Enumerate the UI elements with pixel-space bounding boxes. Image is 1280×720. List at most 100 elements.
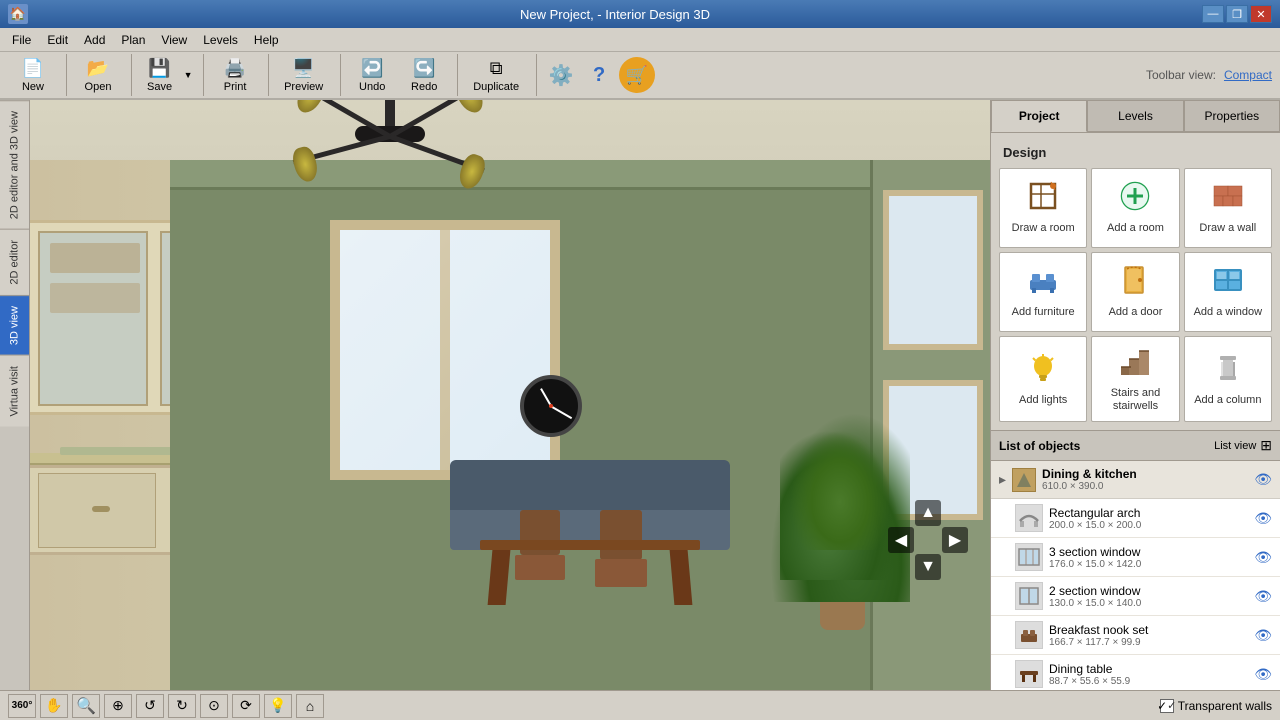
orbit-button[interactable]: ⊙ xyxy=(200,694,228,718)
table-top xyxy=(480,540,700,550)
clock-center xyxy=(549,404,553,408)
minimize-button[interactable]: — xyxy=(1202,5,1224,23)
rotate-ccw-button[interactable]: ↺ xyxy=(136,694,164,718)
menu-view[interactable]: View xyxy=(153,31,195,49)
tab-project[interactable]: Project xyxy=(991,100,1087,132)
obj-item-dining-table[interactable]: Dining table 88.7 × 55.6 × 55.9 👁 xyxy=(991,655,1280,690)
tab-2d-3d-view[interactable]: 2D editor and 3D view xyxy=(0,100,29,229)
stairs-button[interactable]: Stairs and stairwells xyxy=(1091,336,1179,422)
transparent-walls-label: Transparent walls xyxy=(1178,699,1272,713)
redo-button[interactable]: ↪️ Redo xyxy=(399,54,449,96)
transparent-walls-container: ✓ Transparent walls xyxy=(1160,699,1272,713)
compact-view-link[interactable]: Compact xyxy=(1224,68,1272,82)
titlebar-title: New Project, - Interior Design 3D xyxy=(28,7,1202,22)
obj-item-rectangular-arch[interactable]: Rectangular arch 200.0 × 15.0 × 200.0 👁 xyxy=(991,499,1280,538)
nav-right-button[interactable]: ▶ xyxy=(942,527,968,553)
item-dims-2window: 130.0 × 15.0 × 140.0 xyxy=(1049,598,1248,609)
duplicate-button[interactable]: ⧉ Duplicate xyxy=(464,54,528,96)
settings-button[interactable]: ⚙️ xyxy=(543,57,579,93)
tab-levels[interactable]: Levels xyxy=(1087,100,1183,132)
zoom-in-button[interactable]: ⊕ xyxy=(104,694,132,718)
toolbar-preview-group: 🖥️ Preview xyxy=(275,54,341,96)
duplicate-icon: ⧉ xyxy=(490,58,503,79)
objects-label: List of objects xyxy=(999,439,1080,453)
add-window-icon xyxy=(1212,264,1244,300)
item-visibility-arch[interactable]: 👁 xyxy=(1254,510,1272,527)
save-button[interactable]: 💾 Save xyxy=(138,54,181,96)
menu-add[interactable]: Add xyxy=(76,31,113,49)
chandelier-arm-3 xyxy=(302,100,391,139)
item-visibility-2window[interactable]: 👁 xyxy=(1254,588,1272,605)
group-visibility-icon[interactable]: 👁 xyxy=(1254,471,1272,488)
draw-room-button[interactable]: Draw a room xyxy=(999,168,1087,248)
titlebar-controls: — ❐ ✕ xyxy=(1202,5,1272,23)
sofa-back xyxy=(450,460,730,515)
save-icon: 💾 xyxy=(148,58,170,79)
toolbar-open-group: 📂 Open xyxy=(73,54,132,96)
nav-left-button[interactable]: ◀ xyxy=(888,527,914,553)
obj-item-breakfast-nook[interactable]: Breakfast nook set 166.7 × 117.7 × 99.9 … xyxy=(991,616,1280,655)
add-lights-icon xyxy=(1027,352,1059,388)
add-window-button[interactable]: Add a window xyxy=(1184,252,1272,332)
light-button[interactable]: 💡 xyxy=(264,694,292,718)
print-button[interactable]: 🖨️ Print xyxy=(210,54,260,96)
zoom-out-button[interactable]: 🔍 xyxy=(72,694,100,718)
right-panel: Project Levels Properties Design Draw a … xyxy=(990,100,1280,690)
item-dims-3window: 176.0 × 15.0 × 142.0 xyxy=(1049,559,1248,570)
list-view-button[interactable]: List view ⊞ xyxy=(1214,437,1272,454)
tab-virtual-visit[interactable]: Virtua visit xyxy=(0,355,29,427)
item-dims-breakfast: 166.7 × 117.7 × 99.9 xyxy=(1049,637,1248,648)
save-dropdown-arrow[interactable]: ▼ xyxy=(181,54,195,96)
close-button[interactable]: ✕ xyxy=(1250,5,1272,23)
item-info-dining-table: Dining table 88.7 × 55.6 × 55.9 xyxy=(1049,662,1248,687)
add-column-button[interactable]: Add a column xyxy=(1184,336,1272,422)
tab-2d-editor[interactable]: 2D editor xyxy=(0,229,29,295)
add-room-button[interactable]: Add a room xyxy=(1091,168,1179,248)
obj-group-dining-kitchen[interactable]: ▸ Dining & kitchen 610.0 × 390.0 👁 xyxy=(991,461,1280,499)
objects-list[interactable]: ▸ Dining & kitchen 610.0 × 390.0 👁 Recta… xyxy=(991,461,1280,690)
obj-item-3section-window[interactable]: 3 section window 176.0 × 15.0 × 142.0 👁 xyxy=(991,538,1280,577)
rotate-cw-button[interactable]: ↻ xyxy=(168,694,196,718)
item-visibility-3window[interactable]: 👁 xyxy=(1254,549,1272,566)
360-view-button[interactable]: 360° xyxy=(8,694,36,718)
add-door-button[interactable]: Add a door xyxy=(1091,252,1179,332)
main-area: 2D editor and 3D view 2D editor 3D view … xyxy=(0,100,1280,690)
open-button[interactable]: 📂 Open xyxy=(73,54,123,96)
menu-edit[interactable]: Edit xyxy=(39,31,76,49)
preview-button[interactable]: 🖥️ Preview xyxy=(275,54,332,96)
draw-room-label: Draw a room xyxy=(1012,222,1075,235)
tab-3d-view[interactable]: 3D view xyxy=(0,295,29,355)
chandelier-arm-2 xyxy=(389,134,485,173)
item-visibility-dining-table[interactable]: 👁 xyxy=(1254,666,1272,683)
restore-button[interactable]: ❐ xyxy=(1226,5,1248,23)
nav-up-button[interactable]: ▲ xyxy=(915,500,941,526)
menu-plan[interactable]: Plan xyxy=(113,31,153,49)
toolbar-duplicate-group: ⧉ Duplicate xyxy=(464,54,537,96)
viewport[interactable]: ▲ ▼ ◀ ▶ xyxy=(30,100,990,690)
item-visibility-breakfast[interactable]: 👁 xyxy=(1254,627,1272,644)
add-column-icon xyxy=(1212,352,1244,388)
shop-button[interactable]: 🛒 xyxy=(619,57,655,93)
bulb-2 xyxy=(456,151,489,191)
menu-help[interactable]: Help xyxy=(246,31,287,49)
menu-levels[interactable]: Levels xyxy=(195,31,246,49)
transparent-walls-checkbox[interactable]: ✓ xyxy=(1160,699,1174,713)
home-button[interactable]: ⌂ xyxy=(296,694,324,718)
nav-down-button[interactable]: ▼ xyxy=(915,554,941,580)
menu-file[interactable]: File xyxy=(4,31,39,49)
item-info-3window: 3 section window 176.0 × 15.0 × 142.0 xyxy=(1049,545,1248,570)
help-button[interactable]: ? xyxy=(581,57,617,93)
draw-wall-icon xyxy=(1212,180,1244,216)
tab-properties[interactable]: Properties xyxy=(1184,100,1280,132)
add-lights-button[interactable]: Add lights xyxy=(999,336,1087,422)
undo-icon: ↩️ xyxy=(361,58,383,79)
obj-item-2section-window[interactable]: 2 section window 130.0 × 15.0 × 140.0 👁 xyxy=(991,577,1280,616)
spin-button[interactable]: ⟳ xyxy=(232,694,260,718)
pan-button[interactable]: ✋ xyxy=(40,694,68,718)
toolbar-print-group: 🖨️ Print xyxy=(210,54,269,96)
add-furniture-button[interactable]: Add furniture xyxy=(999,252,1087,332)
new-button[interactable]: 📄 New xyxy=(8,54,58,96)
draw-wall-button[interactable]: Draw a wall xyxy=(1184,168,1272,248)
toolbar-new-group: 📄 New xyxy=(8,54,67,96)
undo-button[interactable]: ↩️ Undo xyxy=(347,54,397,96)
